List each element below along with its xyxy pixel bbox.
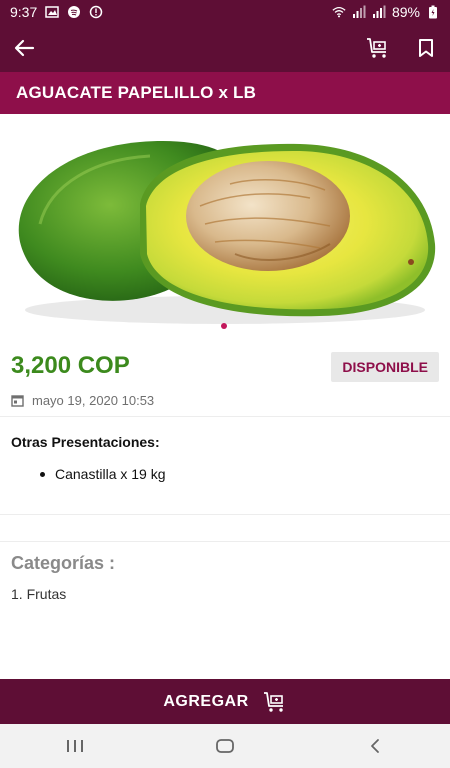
product-date: mayo 19, 2020 10:53 <box>32 392 155 408</box>
back-button[interactable] <box>0 24 48 72</box>
presentation-label: Canastilla x 19 kg <box>55 466 166 482</box>
add-to-cart-button[interactable]: AGREGAR <box>0 679 450 724</box>
wifi-icon <box>332 6 346 18</box>
battery-percent: 89% <box>391 4 420 20</box>
divider <box>0 541 450 542</box>
status-time: 9:37 <box>10 4 38 20</box>
system-nav-bar <box>0 724 450 768</box>
presentation-item[interactable]: Canastilla x 19 kg <box>40 466 166 482</box>
spotify-icon <box>68 6 81 18</box>
recents-icon <box>67 740 83 752</box>
signal-icon <box>372 5 386 18</box>
battery-icon <box>429 5 437 19</box>
date-row: mayo 19, 2020 10:53 <box>11 390 154 410</box>
categories-heading: Categorías : <box>11 553 116 573</box>
product-title-band: AGUACATE PAPELILLO x LB <box>0 72 450 114</box>
home-icon <box>216 739 234 753</box>
presentations-heading: Otras Presentaciones: <box>11 434 160 450</box>
product-image <box>0 114 450 340</box>
divider <box>0 416 450 417</box>
arrow-left-icon <box>14 39 35 57</box>
calendar-icon <box>11 394 24 407</box>
recents-button[interactable] <box>45 724 105 768</box>
back-nav-button[interactable] <box>345 724 405 768</box>
availability-badge: DISPONIBLE <box>331 352 439 382</box>
product-price: 3,200 COP <box>11 352 130 379</box>
product-title: AGUACATE PAPELILLO x LB <box>16 83 257 102</box>
price-row: 3,200 COP DISPONIBLE <box>0 346 450 390</box>
divider <box>0 514 450 515</box>
home-button[interactable] <box>195 724 255 768</box>
carousel-indicator <box>221 323 227 329</box>
app-bar <box>0 24 450 72</box>
alert-icon <box>90 5 103 19</box>
cart-icon <box>367 38 386 58</box>
bookmark-button[interactable] <box>402 24 450 72</box>
category-item[interactable]: 1. Frutas <box>11 586 66 602</box>
avocado-illustration <box>18 141 436 324</box>
status-bar: 9:37 89% <box>0 0 450 24</box>
add-to-cart-label: AGREGAR <box>163 692 249 710</box>
chevron-left-icon <box>371 739 379 753</box>
cart-icon <box>263 691 283 712</box>
bullet-icon <box>40 471 45 477</box>
bookmark-icon <box>419 39 433 57</box>
cart-button[interactable] <box>354 24 402 72</box>
signal-icon <box>352 5 366 18</box>
gallery-icon <box>45 6 59 18</box>
